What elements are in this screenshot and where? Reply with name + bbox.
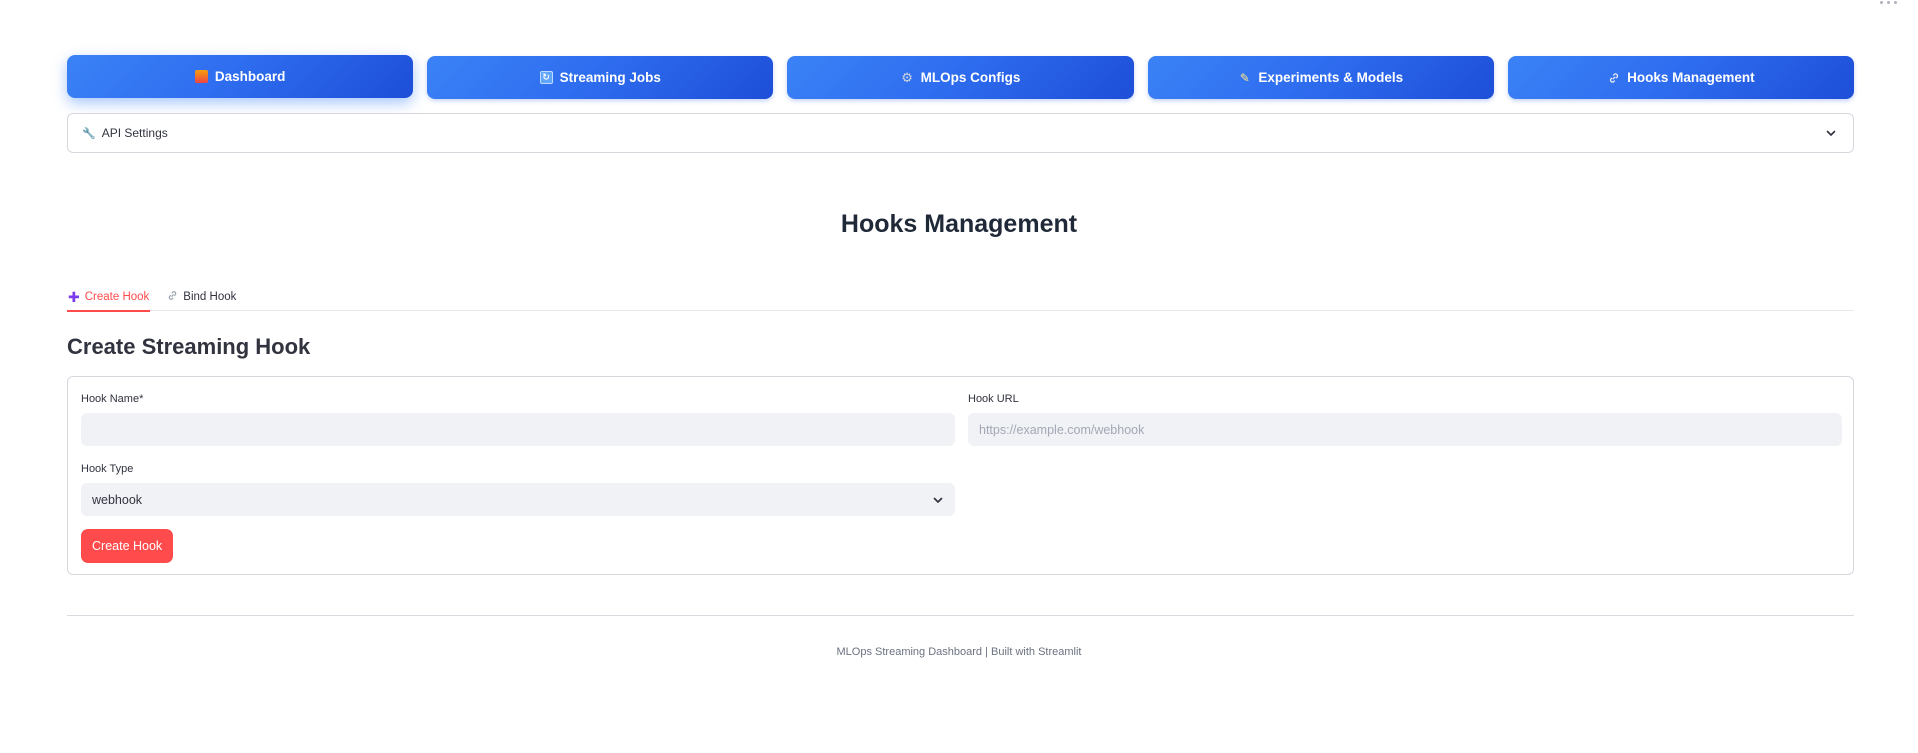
tab-bind-hook[interactable]: Bind Hook	[166, 283, 237, 310]
nav-mlops-configs-label: MLOps Configs	[920, 70, 1021, 85]
nav-experiments-models-label: Experiments & Models	[1258, 70, 1404, 85]
nav-streaming-jobs-label: Streaming Jobs	[559, 70, 661, 85]
nav-experiments-models-button[interactable]: ✎ Experiments & Models	[1147, 56, 1494, 99]
nav-hooks-management-label: Hooks Management	[1627, 70, 1755, 85]
hook-url-input[interactable]	[968, 413, 1842, 446]
hook-name-label: Hook Name*	[81, 393, 144, 405]
chevron-down-icon[interactable]	[1823, 125, 1839, 141]
api-settings-label: API Settings	[101, 126, 168, 140]
api-settings-expander[interactable]: 🔧 API Settings	[67, 113, 1854, 153]
section-title: Create Streaming Hook	[67, 334, 311, 359]
hook-url-label: Hook URL	[968, 393, 1019, 405]
hook-name-input[interactable]	[81, 413, 955, 446]
tab-create-hook-label: Create Hook	[84, 290, 150, 303]
wrench-icon: 🔧	[82, 127, 96, 140]
link-icon	[1607, 71, 1620, 84]
nav-streaming-jobs-button[interactable]: ↻ Streaming Jobs	[427, 56, 774, 99]
nav-dashboard-button[interactable]: Dashboard	[67, 55, 414, 98]
hook-type-label: Hook Type	[81, 463, 134, 475]
footer-divider	[67, 615, 1854, 616]
gear-icon: ⚙	[901, 70, 913, 85]
create-hook-form: Hook Name* Hook URL Hook Type webhook Cr…	[67, 376, 1854, 575]
page-title: Hooks Management	[840, 210, 1078, 238]
dashboard-icon	[194, 70, 208, 83]
nav-dashboard-label: Dashboard	[214, 69, 286, 84]
link-icon	[167, 290, 178, 304]
plus-icon: ✚	[68, 288, 80, 305]
tab-bind-hook-label: Bind Hook	[183, 290, 237, 303]
create-hook-button[interactable]: Create Hook	[81, 529, 174, 563]
hook-type-value: webhook	[92, 492, 143, 507]
pencil-icon: ✎	[1239, 70, 1250, 85]
nav-hooks-management-button[interactable]: Hooks Management	[1507, 56, 1855, 99]
chevron-down-icon	[932, 494, 944, 506]
top-nav: Dashboard ↻ Streaming Jobs ⚙ MLOps Confi…	[67, 55, 1855, 99]
footer-text: MLOps Streaming Dashboard | Built with S…	[836, 646, 1082, 658]
hook-type-select[interactable]: webhook	[81, 483, 955, 516]
app-root: Dashboard ↻ Streaming Jobs ⚙ MLOps Confi…	[0, 0, 1918, 753]
tab-create-hook[interactable]: ✚ Create Hook	[67, 283, 151, 312]
refresh-icon: ↻	[539, 71, 553, 84]
hook-tabs: ✚ Create Hook Bind Hook	[67, 283, 1854, 312]
nav-mlops-configs-button[interactable]: ⚙ MLOps Configs	[787, 56, 1134, 99]
main-menu-icon[interactable]	[1876, 0, 1900, 4]
